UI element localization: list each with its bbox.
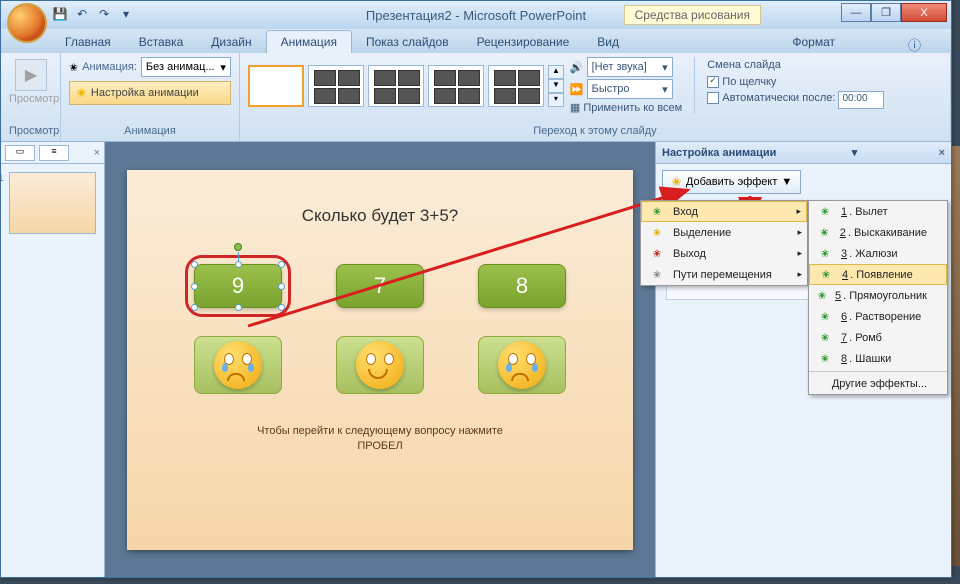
effect-diamond[interactable]: ✬7. Ромб	[809, 327, 947, 348]
effect-accel-4: 4	[842, 269, 848, 281]
effect-icon: ✬	[821, 268, 830, 281]
effect-icon: ✬	[820, 226, 829, 239]
effect-label-1: Вылет	[855, 206, 887, 218]
effect-appear[interactable]: ✬4. Появление	[809, 264, 947, 285]
effect-checker[interactable]: ✬8. Шашки	[809, 348, 947, 369]
effect-label-4: Появление	[856, 269, 912, 281]
more-effects[interactable]: Другие эффекты...	[809, 374, 947, 394]
menu-entrance[interactable]: ✬ Вход ▸	[641, 201, 807, 222]
effect-accel-1: 1	[841, 206, 847, 218]
effect-popup[interactable]: ✬2. Выскакивание	[809, 222, 947, 243]
submenu-arrow-icon: ▸	[796, 206, 801, 217]
effect-label-2: Выскакивание	[854, 227, 927, 239]
effect-accel-2: 2	[840, 227, 846, 239]
effect-label-6: Растворение	[855, 311, 921, 323]
effect-label-8: Шашки	[855, 353, 891, 365]
more-effects-label: Другие эффекты...	[832, 378, 927, 390]
effect-icon: ✬	[820, 247, 829, 260]
entrance-effects-submenu: ✬1. Вылет ✬2. Выскакивание ✬3. Жалюзи ✬4…	[808, 200, 948, 395]
effect-icon: ✬	[817, 289, 826, 302]
emphasis-star-icon: ✬	[652, 226, 661, 239]
effect-label-3: Жалюзи	[855, 248, 897, 260]
effect-icon: ✬	[820, 310, 829, 323]
effect-accel-7: 7	[841, 332, 847, 344]
menu-exit-label: Выход	[673, 248, 706, 260]
effect-accel-5: 5	[835, 290, 841, 302]
office-button[interactable]	[7, 3, 47, 43]
menu-emphasis[interactable]: ✬ Выделение ▸	[641, 222, 807, 243]
effect-icon: ✬	[820, 331, 829, 344]
effect-dissolve[interactable]: ✬6. Растворение	[809, 306, 947, 327]
effect-box[interactable]: ✬5. Прямоугольник	[809, 285, 947, 306]
effect-accel-6: 6	[841, 311, 847, 323]
motion-star-icon: ✬	[652, 268, 661, 281]
menu-entrance-label: Вход	[673, 206, 698, 218]
effect-flyin[interactable]: ✬1. Вылет	[809, 201, 947, 222]
submenu-arrow-icon: ▸	[797, 269, 802, 280]
effect-accel-3: 3	[841, 248, 847, 260]
add-effect-menu: ✬ Вход ▸ ✬ Выделение ▸ ✬ Выход ▸ ✬ Пути …	[640, 200, 808, 286]
exit-star-icon: ✬	[652, 247, 661, 260]
effect-label-5: Прямоугольник	[849, 290, 927, 302]
effect-label-7: Ромб	[855, 332, 882, 344]
submenu-arrow-icon: ▸	[797, 227, 802, 238]
menu-separator	[809, 371, 947, 372]
menu-emphasis-label: Выделение	[673, 227, 731, 239]
submenu-arrow-icon: ▸	[797, 248, 802, 259]
effect-blinds[interactable]: ✬3. Жалюзи	[809, 243, 947, 264]
menu-motion-paths[interactable]: ✬ Пути перемещения ▸	[641, 264, 807, 285]
effect-icon: ✬	[820, 352, 829, 365]
entrance-star-icon: ✬	[652, 205, 661, 218]
effect-icon: ✬	[820, 205, 829, 218]
effect-accel-8: 8	[841, 353, 847, 365]
menu-exit[interactable]: ✬ Выход ▸	[641, 243, 807, 264]
menu-motion-label: Пути перемещения	[673, 269, 772, 281]
